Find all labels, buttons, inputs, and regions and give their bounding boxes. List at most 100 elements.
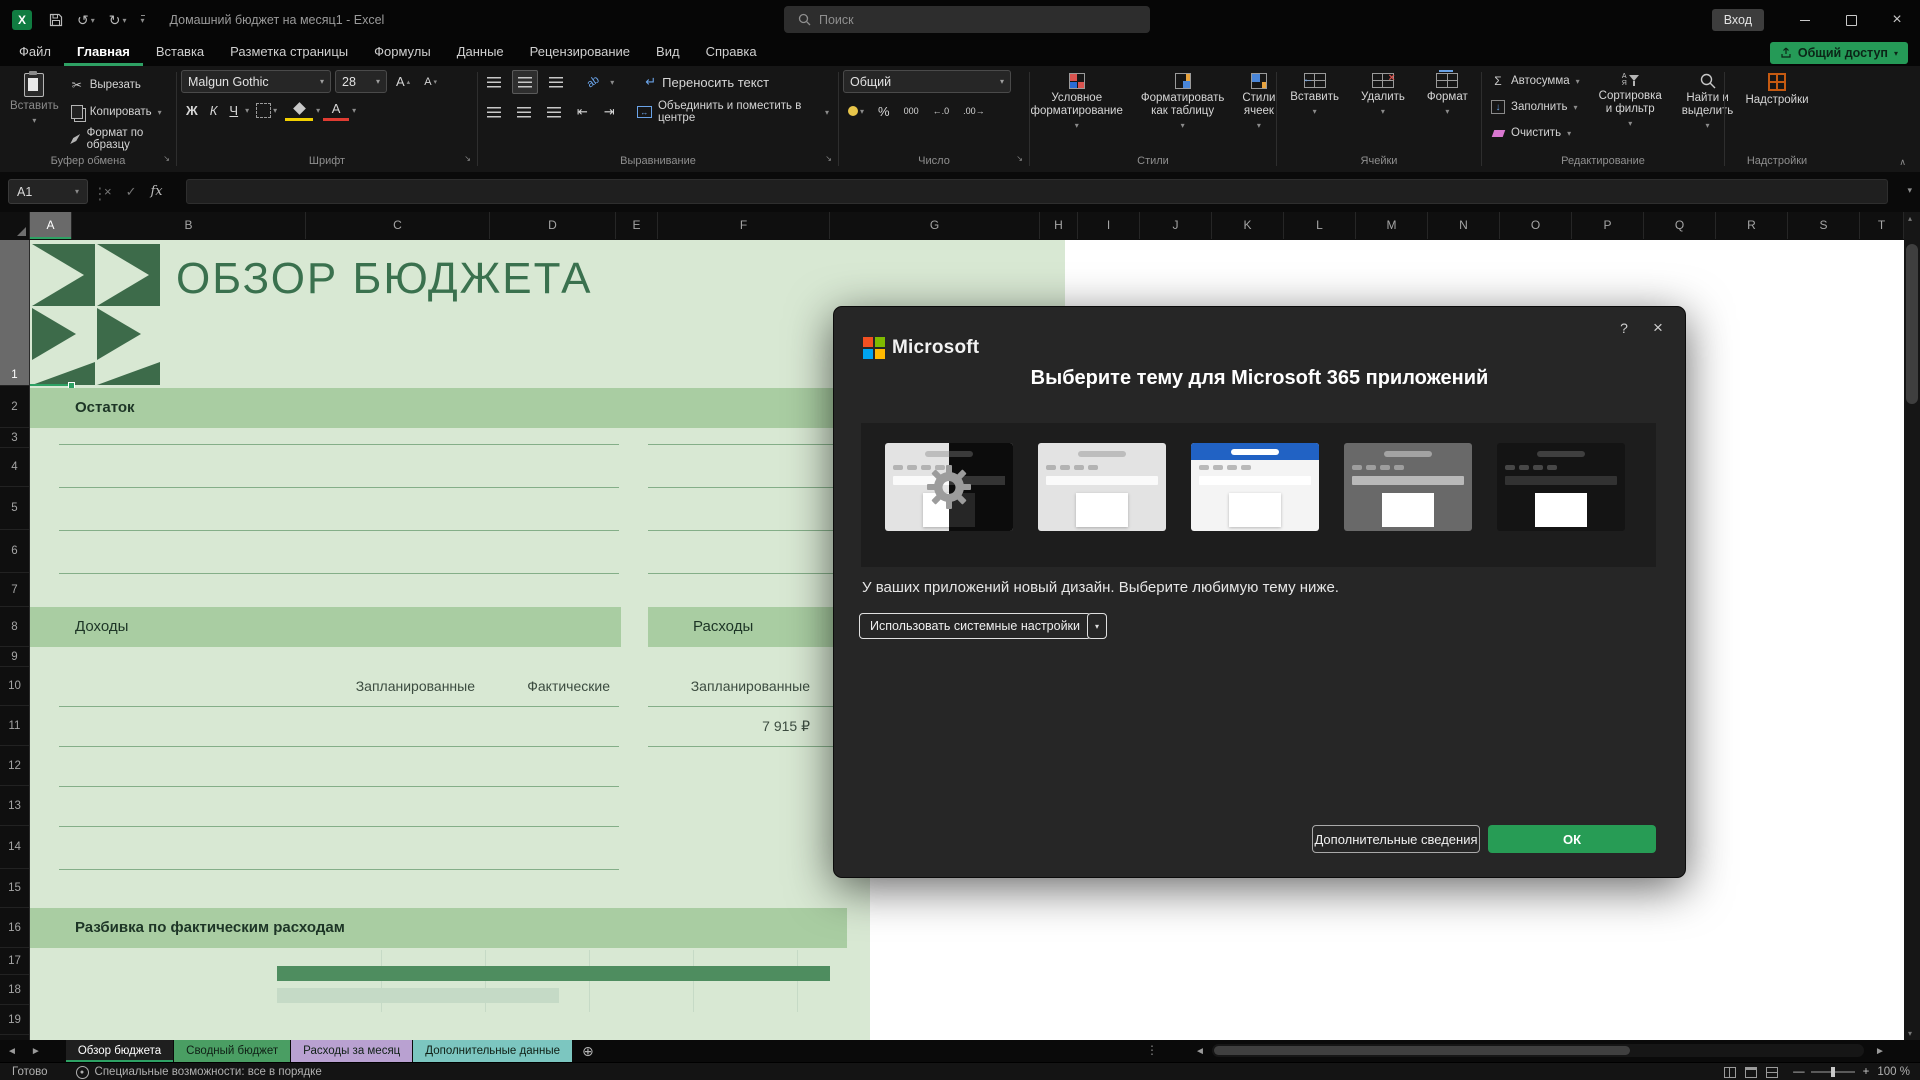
align-top-button[interactable]: [482, 71, 506, 93]
font-color-button[interactable]: А: [322, 99, 350, 121]
row-header-8[interactable]: 8: [0, 607, 29, 647]
select-all-button[interactable]: [0, 212, 30, 239]
number-format-select[interactable]: Общий▾: [843, 70, 1011, 93]
column-header-T[interactable]: T: [1860, 212, 1904, 239]
row-header-10[interactable]: 10: [0, 667, 29, 706]
more-info-button[interactable]: Дополнительные сведения: [1312, 825, 1480, 853]
income-band[interactable]: Доходы: [30, 607, 621, 647]
restore-button[interactable]: [1828, 0, 1874, 40]
dialog-close-button[interactable]: ×: [1645, 315, 1671, 341]
column-header-E[interactable]: E: [616, 212, 658, 239]
column-header-C[interactable]: C: [306, 212, 490, 239]
vertical-scrollbar-thumb[interactable]: [1906, 244, 1918, 404]
sort-filter-button[interactable]: АЯ Сортировка и фильтр▾: [1593, 70, 1668, 132]
sheet-title-cell[interactable]: ОБЗОР БЮДЖЕТА: [176, 254, 592, 304]
zoom-slider[interactable]: [1811, 1071, 1855, 1073]
customize-quick-access-button[interactable]: ▾: [141, 15, 145, 25]
column-header-P[interactable]: P: [1572, 212, 1644, 239]
colorful-theme-preview[interactable]: [1191, 443, 1319, 531]
conditional-formatting-button[interactable]: Условное форматирование▾: [1025, 70, 1129, 134]
save-button[interactable]: [49, 13, 63, 27]
system-split-theme-preview[interactable]: [885, 443, 1013, 531]
format-cells-button[interactable]: Формат▾: [1421, 70, 1474, 119]
italic-button[interactable]: К: [205, 99, 223, 121]
row-header-9[interactable]: 9: [0, 647, 29, 667]
ribbon-tab-Главная[interactable]: Главная: [64, 40, 143, 66]
income-actual-column-header[interactable]: Фактические: [410, 667, 610, 706]
ribbon-tab-Файл[interactable]: Файл: [6, 40, 64, 66]
column-header-Q[interactable]: Q: [1644, 212, 1716, 239]
close-button[interactable]: ×: [1874, 0, 1920, 40]
align-right-button[interactable]: [542, 101, 566, 123]
wrap-text-button[interactable]: ↵Переносить текст: [640, 71, 774, 93]
row-header-18[interactable]: 18: [0, 975, 29, 1005]
vertical-scrollbar[interactable]: ▴ ▾: [1904, 212, 1920, 1040]
currency-format-button[interactable]: ▾: [843, 100, 869, 122]
ribbon-tab-Разметка страницы[interactable]: Разметка страницы: [217, 40, 361, 66]
horizontal-scrollbar[interactable]: [1212, 1044, 1864, 1057]
scroll-down-icon[interactable]: ▾: [1908, 1029, 1912, 1038]
ok-button[interactable]: ОК: [1488, 825, 1656, 853]
autosum-button[interactable]: ΣАвтосумма▾: [1486, 70, 1585, 92]
expand-formula-bar-button[interactable]: ▾: [1907, 185, 1912, 196]
format-painter-button[interactable]: Формат по образцу: [65, 128, 172, 150]
column-header-M[interactable]: M: [1356, 212, 1428, 239]
column-header-S[interactable]: S: [1788, 212, 1860, 239]
borders-button[interactable]: ▾: [251, 99, 282, 121]
hscroll-right-icon[interactable]: ►: [1868, 1040, 1892, 1062]
row-header-6[interactable]: 6: [0, 530, 29, 573]
font-dialog-launcher-icon[interactable]: ↘: [464, 150, 471, 168]
alignment-dialog-launcher-icon[interactable]: ↘: [825, 150, 832, 168]
row-header-11[interactable]: 11: [0, 706, 29, 746]
column-header-A[interactable]: A: [30, 212, 72, 239]
ribbon-tab-Данные[interactable]: Данные: [444, 40, 517, 66]
row-header-2[interactable]: 2: [0, 386, 29, 428]
expenses-planned-value[interactable]: 7 915 ₽: [610, 706, 810, 746]
sheet-tab-Расходы за месяц[interactable]: Расходы за месяц: [291, 1040, 412, 1062]
chart-bar[interactable]: [277, 988, 559, 1003]
percent-style-button[interactable]: %: [873, 100, 895, 122]
increase-decimal-button[interactable]: ←.0: [928, 100, 955, 122]
row-header-17[interactable]: 17: [0, 948, 29, 975]
insert-cells-button[interactable]: ← Вставить▾: [1284, 70, 1345, 119]
light-theme-preview[interactable]: [1038, 443, 1166, 531]
row-header-12[interactable]: 12: [0, 746, 29, 786]
font-name-select[interactable]: Malgun Gothic▾: [181, 70, 331, 93]
share-button[interactable]: Общий доступ ▾: [1770, 42, 1908, 64]
ribbon-tab-Рецензирование[interactable]: Рецензирование: [517, 40, 643, 66]
column-header-H[interactable]: H: [1040, 212, 1078, 239]
clear-button[interactable]: Очистить▾: [1486, 122, 1585, 144]
row-header-1[interactable]: 1: [0, 240, 29, 386]
new-sheet-button[interactable]: ⊕: [572, 1040, 604, 1062]
ribbon-tab-Формулы[interactable]: Формулы: [361, 40, 444, 66]
column-header-R[interactable]: R: [1716, 212, 1788, 239]
row-header-4[interactable]: 4: [0, 448, 29, 487]
orientation-button[interactable]: ab: [578, 67, 609, 98]
row-header-5[interactable]: 5: [0, 487, 29, 530]
row-header-3[interactable]: 3: [0, 428, 29, 448]
confirm-formula-button[interactable]: ✓: [126, 184, 137, 200]
underline-button[interactable]: Ч: [224, 99, 243, 121]
column-header-O[interactable]: O: [1500, 212, 1572, 239]
sign-in-button[interactable]: Вход: [1712, 9, 1764, 31]
chart-bar[interactable]: [277, 966, 830, 981]
row-header-7[interactable]: 7: [0, 573, 29, 607]
undo-button[interactable]: ↺▾: [77, 12, 95, 29]
paste-button[interactable]: Вставить▾: [4, 70, 65, 128]
column-header-J[interactable]: J: [1140, 212, 1212, 239]
tab-strip-menu-icon[interactable]: ⋮: [1146, 1043, 1158, 1057]
row-header-16[interactable]: 16: [0, 908, 29, 948]
decrease-font-button[interactable]: А▾: [419, 71, 442, 93]
formula-input[interactable]: [186, 179, 1888, 204]
normal-view-icon[interactable]: [1724, 1067, 1736, 1078]
ribbon-tab-Вставка[interactable]: Вставка: [143, 40, 217, 66]
ribbon-tab-Справка[interactable]: Справка: [693, 40, 770, 66]
number-dialog-launcher-icon[interactable]: ↘: [1016, 150, 1023, 168]
fill-color-button[interactable]: [284, 99, 314, 121]
row-header-14[interactable]: 14: [0, 826, 29, 869]
decrease-decimal-button[interactable]: .00→: [958, 100, 990, 122]
minimize-button[interactable]: [1782, 0, 1828, 40]
align-middle-button[interactable]: [512, 70, 538, 94]
expenses-planned-column-header[interactable]: Запланированные: [610, 667, 810, 706]
column-header-B[interactable]: B: [72, 212, 306, 239]
